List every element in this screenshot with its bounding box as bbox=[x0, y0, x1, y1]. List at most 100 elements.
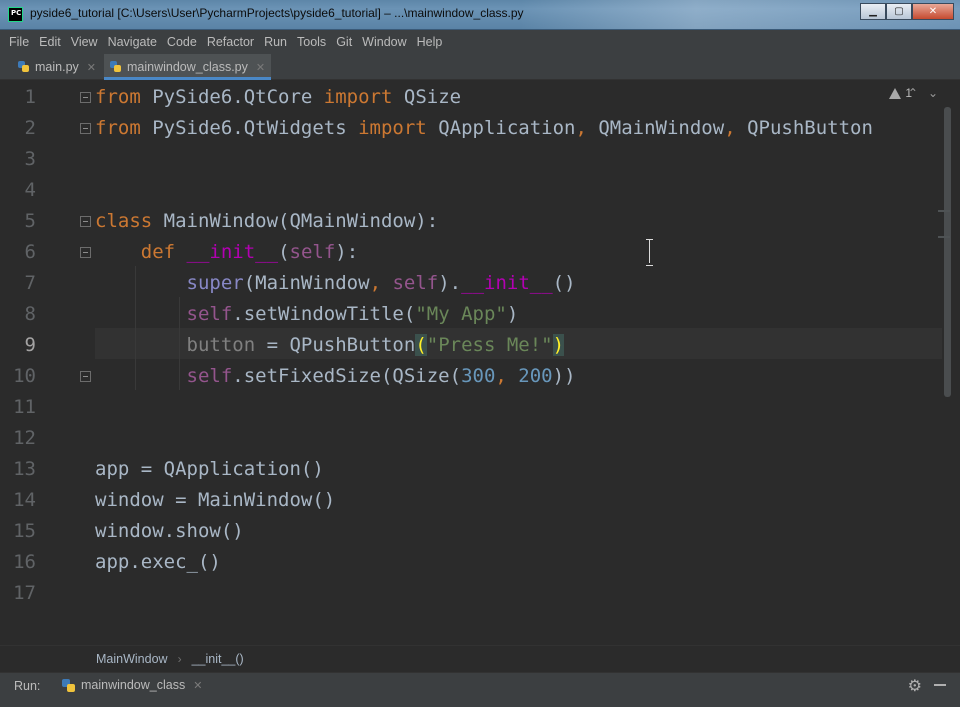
breadcrumb-class[interactable]: MainWindow bbox=[96, 652, 168, 666]
code-token: , bbox=[495, 365, 507, 387]
code-line[interactable]: class MainWindow(QMainWindow): bbox=[95, 206, 438, 237]
code-token: window.show() bbox=[95, 520, 244, 542]
code-token: QMainWindow bbox=[586, 117, 725, 139]
line-number: 5 bbox=[24, 210, 36, 232]
menu-view[interactable]: View bbox=[71, 35, 98, 49]
code-token: MainWindow(QMainWindow): bbox=[152, 210, 439, 232]
code-token: app = QApplication() bbox=[95, 458, 324, 480]
code-line[interactable]: app = QApplication() bbox=[95, 454, 324, 485]
line-number-gutter: 1 2 3 4 5 6 7 8 9 10 11 12 13 14 15 16 17 bbox=[0, 80, 95, 645]
code-token: .setWindowTitle( bbox=[232, 303, 416, 325]
fold-marker-icon[interactable] bbox=[80, 371, 91, 382]
code-line[interactable]: window.show() bbox=[95, 516, 244, 547]
menu-edit[interactable]: Edit bbox=[39, 35, 61, 49]
menu-help[interactable]: Help bbox=[417, 35, 443, 49]
line-number: 4 bbox=[24, 179, 36, 201]
code-token: ) bbox=[552, 334, 565, 356]
line-number: 17 bbox=[13, 582, 36, 604]
menu-bar: File Edit View Navigate Code Refactor Ru… bbox=[0, 30, 960, 54]
editor-tab-bar: main.py ✕ mainwindow_class.py ✕ bbox=[0, 54, 960, 80]
tab-label: mainwindow_class.py bbox=[127, 60, 248, 74]
tab-label: main.py bbox=[35, 60, 79, 74]
run-tab-close-icon[interactable]: ✕ bbox=[193, 679, 202, 692]
warning-icon bbox=[889, 87, 902, 99]
code-token: , bbox=[724, 117, 736, 139]
code-line[interactable]: super(MainWindow, self).__init__() bbox=[95, 268, 576, 299]
tab-mainwindow-class-py[interactable]: mainwindow_class.py ✕ bbox=[104, 54, 272, 80]
fold-marker-icon[interactable] bbox=[80, 216, 91, 227]
python-file-icon bbox=[110, 61, 122, 73]
run-label: Run: bbox=[14, 679, 41, 693]
menu-git[interactable]: Git bbox=[336, 35, 352, 49]
fold-marker-icon[interactable] bbox=[80, 123, 91, 134]
line-number: 3 bbox=[24, 148, 36, 170]
code-token: import bbox=[323, 86, 393, 108]
code-token: PySide6.QtCore bbox=[140, 86, 324, 108]
code-line[interactable]: self.setFixedSize(QSize(300, 200)) bbox=[95, 361, 576, 392]
code-token: = QPushButton bbox=[255, 334, 416, 356]
close-window-button[interactable]: ✕ bbox=[912, 3, 954, 20]
code-token: ). bbox=[438, 272, 462, 294]
menu-code[interactable]: Code bbox=[167, 35, 197, 49]
code-token: "Press Me!" bbox=[426, 334, 553, 356]
fold-marker-icon[interactable] bbox=[80, 92, 91, 103]
menu-window[interactable]: Window bbox=[362, 35, 406, 49]
code-token: ( bbox=[415, 334, 427, 356]
code-line[interactable]: from PySide6.QtWidgets import QApplicati… bbox=[95, 113, 873, 144]
python-file-icon bbox=[18, 61, 30, 73]
code-token: self bbox=[289, 241, 336, 263]
code-line[interactable]: button = QPushButton("Press Me!") bbox=[95, 330, 565, 361]
menu-navigate[interactable]: Navigate bbox=[108, 35, 157, 49]
code-token: .setFixedSize(QSize( bbox=[232, 365, 462, 387]
gear-icon[interactable]: ⚙ bbox=[908, 676, 922, 696]
pycharm-app-icon[interactable]: PC bbox=[8, 7, 23, 22]
line-number: 14 bbox=[13, 489, 36, 511]
code-token: , bbox=[575, 117, 587, 139]
fold-marker-icon[interactable] bbox=[80, 247, 91, 258]
line-number: 7 bbox=[24, 272, 36, 294]
code-token: window = MainWindow() bbox=[95, 489, 336, 511]
window-title-bar[interactable]: PC pyside6_tutorial [C:\Users\User\Pycha… bbox=[0, 0, 960, 30]
chevron-right-icon: › bbox=[177, 652, 182, 666]
code-token: (MainWindow bbox=[243, 272, 370, 294]
breadcrumb-method[interactable]: __init__() bbox=[192, 652, 244, 666]
menu-tools[interactable]: Tools bbox=[297, 35, 326, 49]
tab-close-icon[interactable]: ✕ bbox=[256, 61, 265, 74]
code-token: QApplication bbox=[426, 117, 576, 139]
code-line[interactable]: window = MainWindow() bbox=[95, 485, 335, 516]
tab-close-icon[interactable]: ✕ bbox=[87, 61, 96, 74]
code-token: button bbox=[186, 334, 256, 356]
code-token: () bbox=[552, 272, 576, 294]
vertical-scrollbar[interactable] bbox=[944, 107, 951, 397]
code-line[interactable]: self.setWindowTitle("My App") bbox=[95, 299, 519, 330]
code-token: class bbox=[95, 210, 153, 232]
minimize-window-button[interactable]: ▁ bbox=[860, 3, 886, 20]
inspection-nav-arrows[interactable]: ⌃⌄ bbox=[908, 86, 948, 100]
run-config-tab[interactable]: mainwindow_class ✕ bbox=[58, 673, 206, 697]
line-number: 9 bbox=[24, 334, 36, 356]
code-editor[interactable]: 1 2 3 4 5 6 7 8 9 10 11 12 13 14 15 16 17 from PySide6.Q… bbox=[0, 80, 960, 645]
tab-main-py[interactable]: main.py ✕ bbox=[12, 54, 102, 80]
run-config-label: mainwindow_class bbox=[81, 678, 186, 692]
code-token: ): bbox=[335, 241, 359, 263]
code-token: "My App" bbox=[415, 303, 507, 325]
menu-refactor[interactable]: Refactor bbox=[207, 35, 254, 49]
hide-panel-icon[interactable] bbox=[934, 684, 946, 686]
code-token: )) bbox=[552, 365, 576, 387]
code-token: from bbox=[95, 86, 141, 108]
line-number: 6 bbox=[24, 241, 36, 263]
code-token: QSize bbox=[392, 86, 462, 108]
code-line[interactable]: app.exec_() bbox=[95, 547, 221, 578]
code-token: 300 bbox=[461, 365, 496, 387]
maximize-window-button[interactable]: ▢ bbox=[886, 3, 912, 20]
code-line[interactable]: from PySide6.QtCore import QSize bbox=[95, 82, 461, 113]
code-line[interactable]: def __init__(self): bbox=[95, 237, 358, 268]
menu-run[interactable]: Run bbox=[264, 35, 287, 49]
menu-file[interactable]: File bbox=[9, 35, 29, 49]
line-number: 13 bbox=[13, 458, 36, 480]
